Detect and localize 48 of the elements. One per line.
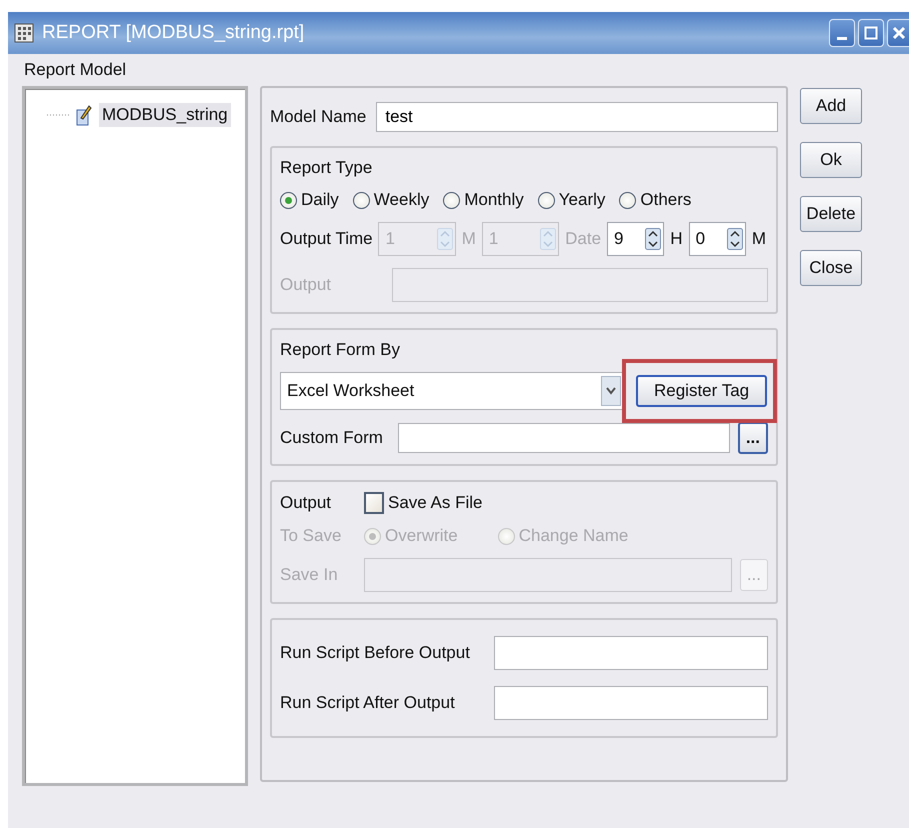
register-tag-button[interactable]: Register Tag: [636, 375, 768, 407]
report-form-label: Report Form By: [280, 340, 401, 360]
close-icon: [890, 25, 906, 41]
unit-label: M: [460, 229, 477, 249]
minimize-icon: [837, 36, 847, 40]
minimize-button[interactable]: [829, 19, 855, 47]
model-name-label: Model Name: [270, 107, 366, 127]
close-button[interactable]: [887, 19, 909, 47]
unit-label: H: [669, 229, 684, 249]
radio-option[interactable]: Monthly: [443, 190, 524, 210]
window-title: REPORT [MODBUS_string.rpt]: [42, 22, 304, 44]
document-icon: [75, 104, 93, 126]
spinner-field[interactable]: 9: [607, 222, 664, 256]
custom-form-field[interactable]: [398, 423, 730, 453]
maximize-button[interactable]: [858, 19, 884, 47]
tree-item[interactable]: MODBUS_string: [99, 103, 231, 127]
radio-option[interactable]: Weekly: [352, 190, 430, 210]
form-dropdown[interactable]: Excel Worksheet: [280, 372, 624, 410]
spinner-arrows-icon[interactable]: [726, 228, 743, 250]
save-as-file-checkbox[interactable]: Save As File: [364, 492, 482, 514]
report-model-label: Report Model: [24, 60, 128, 80]
dialog-button[interactable]: Delete: [800, 196, 862, 232]
report-icon: [14, 23, 34, 43]
report-type-label: Report Type: [280, 158, 374, 178]
radio-option[interactable]: Others: [619, 190, 692, 210]
script-field[interactable]: [494, 636, 768, 670]
radio-option[interactable]: Yearly: [538, 190, 606, 210]
dialog-button[interactable]: Close: [800, 250, 862, 286]
unit-label: Date: [564, 229, 602, 249]
spinner-field[interactable]: 0: [688, 222, 746, 256]
output-time-label: Output Time: [280, 229, 374, 249]
save-in-label: Save In: [280, 565, 339, 585]
spinner-arrows-icon[interactable]: [645, 228, 662, 250]
browse-button[interactable]: ...: [738, 422, 768, 454]
script-label: Run Script After Output: [280, 693, 456, 713]
radio-option[interactable]: Daily: [280, 190, 339, 210]
to-save-label: To Save: [280, 526, 342, 546]
output-label: Output: [280, 275, 332, 295]
script-label: Run Script Before Output: [280, 643, 471, 663]
output-label: Output: [280, 493, 332, 513]
tree-line-icon: [47, 113, 69, 117]
custom-form-label: Custom Form: [280, 428, 384, 448]
dialog-button[interactable]: Ok: [800, 142, 862, 178]
script-field[interactable]: [494, 686, 768, 720]
model-name-field[interactable]: test: [376, 102, 778, 132]
dialog-button[interactable]: Add: [800, 88, 862, 124]
unit-label: M: [750, 229, 767, 249]
maximize-icon: [863, 25, 879, 41]
